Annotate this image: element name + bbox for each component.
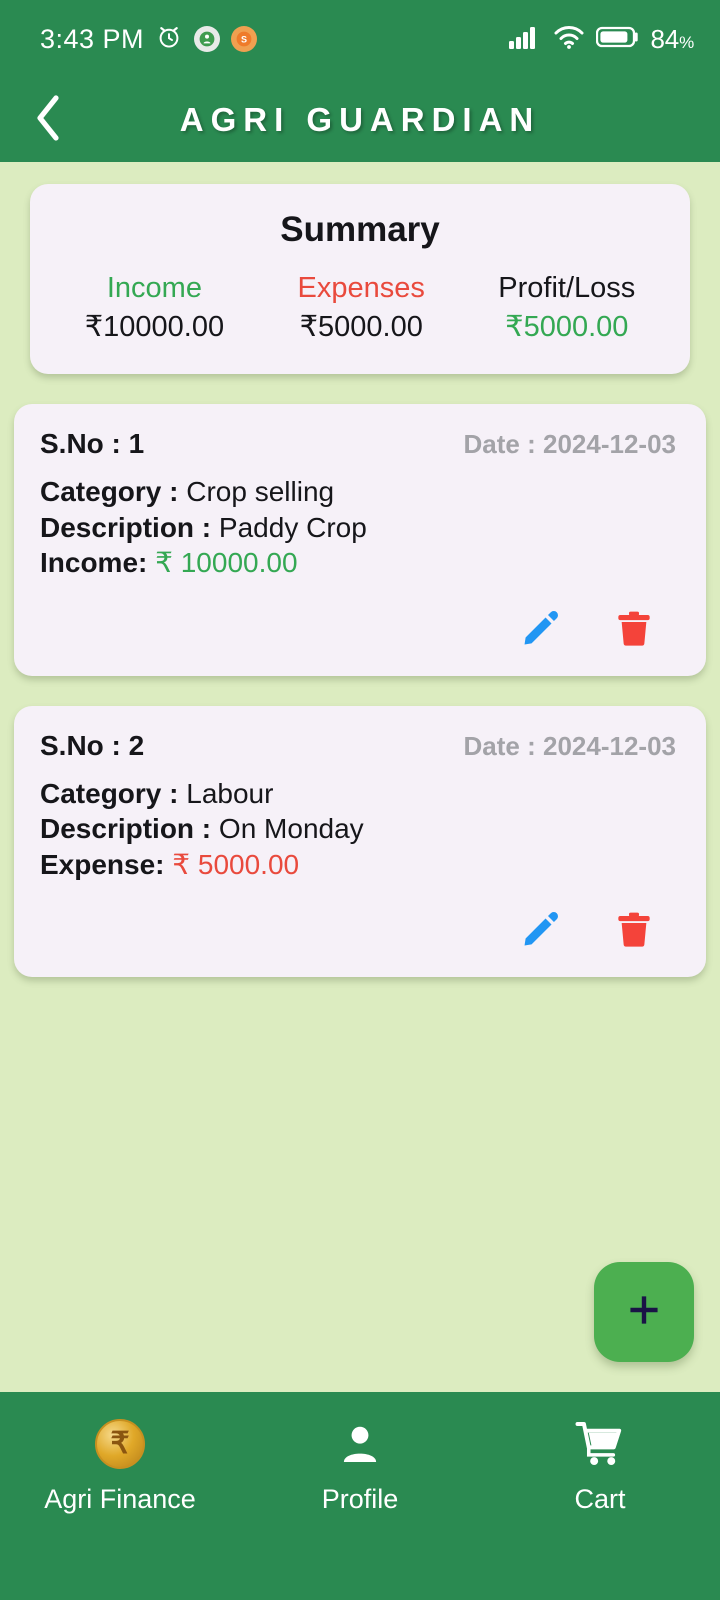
chevron-left-icon bbox=[32, 93, 66, 148]
transaction-description-value: Paddy Crop bbox=[218, 511, 367, 543]
transaction-amount-label: Income: bbox=[40, 547, 148, 579]
summary-item-expenses: Expenses ₹5000.00 bbox=[298, 272, 425, 344]
summary-item-profit-loss: Profit/Loss ₹5000.00 bbox=[498, 272, 635, 344]
transaction-header: S.No : 2 Date : 2024-12-03 bbox=[40, 730, 680, 762]
app-notification-icon-1 bbox=[194, 26, 221, 52]
transaction-details: Category : Labour Description : On Monda… bbox=[40, 776, 680, 883]
transaction-description-label: Description : bbox=[40, 813, 212, 845]
wifi-icon bbox=[553, 24, 585, 55]
summary-profit-loss-value: ₹5000.00 bbox=[505, 311, 629, 343]
nav-label-cart: Cart bbox=[574, 1484, 626, 1514]
nav-item-profile[interactable]: Profile bbox=[240, 1418, 480, 1515]
summary-card: Summary Income ₹10000.00 Expenses ₹5000.… bbox=[30, 184, 690, 374]
transaction-description-label: Description : bbox=[40, 511, 212, 543]
transaction-card[interactable]: S.No : 2 Date : 2024-12-03 Category : La… bbox=[14, 705, 706, 978]
summary-profit-loss-label: Profit/Loss bbox=[498, 272, 636, 304]
delete-trash-icon[interactable] bbox=[614, 607, 654, 654]
status-bar-clock: 3:43 PM bbox=[40, 23, 145, 54]
transaction-date: Date : 2024-12-03 bbox=[463, 429, 676, 459]
transaction-actions bbox=[40, 607, 680, 654]
transaction-amount-value: ₹ 5000.00 bbox=[172, 848, 300, 880]
nav-label-agri-finance: Agri Finance bbox=[44, 1484, 196, 1514]
summary-title: Summary bbox=[280, 210, 440, 249]
app-notification-icon-2: S bbox=[231, 26, 258, 52]
status-bar: 3:43 PM S 84% bbox=[0, 0, 720, 78]
transaction-description-row: Description : On Monday bbox=[40, 811, 680, 847]
delete-trash-icon[interactable] bbox=[614, 908, 654, 955]
transaction-card[interactable]: S.No : 1 Date : 2024-12-03 Category : Cr… bbox=[14, 404, 706, 676]
main-content: Summary Income ₹10000.00 Expenses ₹5000.… bbox=[0, 162, 720, 1392]
transaction-serial-number: S.No : 2 bbox=[40, 729, 145, 761]
rupee-coin-symbol: ₹ bbox=[95, 1419, 145, 1469]
transaction-header: S.No : 1 Date : 2024-12-03 bbox=[40, 428, 680, 460]
transaction-date: Date : 2024-12-03 bbox=[463, 730, 676, 761]
transaction-description-row: Description : Paddy Crop bbox=[40, 510, 680, 546]
transaction-amount-value: ₹ 10000.00 bbox=[155, 547, 298, 579]
nav-item-cart[interactable]: Cart bbox=[480, 1418, 720, 1515]
transaction-amount-label: Expense: bbox=[40, 848, 165, 880]
transaction-category-row: Category : Labour bbox=[40, 776, 680, 812]
transaction-amount-row: Expense: ₹ 5000.00 bbox=[40, 847, 680, 883]
battery-icon bbox=[595, 25, 640, 54]
cellular-signal-icon bbox=[508, 24, 542, 55]
rupee-coin-icon: ₹ bbox=[95, 1418, 145, 1470]
status-bar-left: 3:43 PM S bbox=[40, 23, 258, 56]
transaction-category-label: Category : bbox=[40, 476, 179, 507]
transaction-category-label: Category : bbox=[40, 777, 179, 809]
nav-item-agri-finance[interactable]: ₹ Agri Finance bbox=[0, 1418, 240, 1515]
add-transaction-fab[interactable] bbox=[594, 1262, 694, 1362]
svg-text:S: S bbox=[241, 35, 247, 45]
plus-icon bbox=[622, 1288, 666, 1337]
transaction-details: Category : Crop selling Description : Pa… bbox=[40, 474, 680, 581]
edit-pencil-icon[interactable] bbox=[520, 908, 562, 955]
shopping-cart-icon bbox=[575, 1418, 625, 1470]
battery-percent-label: 84% bbox=[650, 23, 695, 54]
summary-income-value: ₹10000.00 bbox=[84, 311, 225, 343]
summary-income-label: Income bbox=[106, 272, 202, 304]
edit-pencil-icon[interactable] bbox=[520, 607, 562, 654]
transaction-category-row: Category : Crop selling bbox=[40, 474, 680, 510]
back-button[interactable] bbox=[14, 93, 84, 148]
summary-expenses-label: Expenses bbox=[297, 272, 425, 304]
alarm-clock-icon bbox=[155, 23, 183, 56]
nav-label-profile: Profile bbox=[321, 1484, 399, 1514]
page-title: AGRI GUARDIAN bbox=[179, 101, 541, 138]
person-icon bbox=[337, 1418, 383, 1470]
transaction-description-value: On Monday bbox=[218, 813, 364, 845]
summary-expenses-value: ₹5000.00 bbox=[299, 311, 423, 343]
bottom-navigation-bar: ₹ Agri Finance Profile Cart bbox=[0, 1392, 720, 1600]
transaction-actions bbox=[40, 908, 680, 955]
status-bar-right: 84% bbox=[508, 24, 694, 55]
summary-row: Income ₹10000.00 Expenses ₹5000.00 Profi… bbox=[48, 272, 672, 344]
transaction-amount-row: Income: ₹ 10000.00 bbox=[40, 545, 680, 581]
transaction-serial-number: S.No : 1 bbox=[40, 428, 145, 459]
transaction-category-value: Crop selling bbox=[186, 476, 335, 507]
app-header: AGRI GUARDIAN bbox=[0, 78, 720, 162]
transaction-category-value: Labour bbox=[186, 777, 274, 809]
summary-item-income: Income ₹10000.00 bbox=[85, 272, 224, 344]
